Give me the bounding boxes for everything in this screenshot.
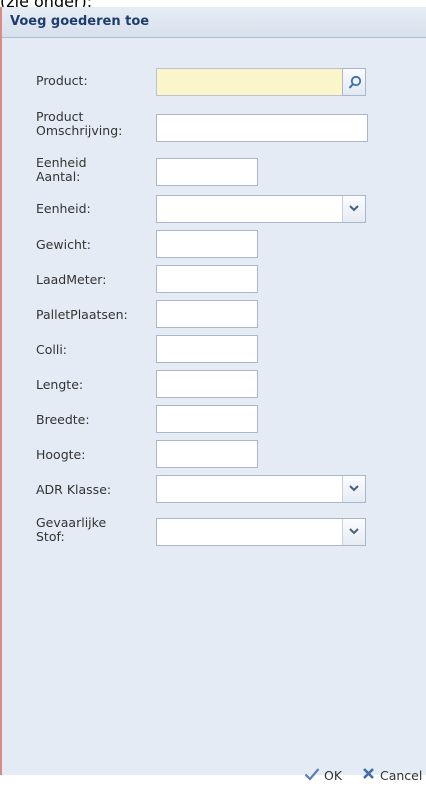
colli-input[interactable] [156, 335, 258, 363]
chevron-down-icon [349, 485, 359, 492]
add-goods-dialog: Voeg goederen toe Product: Product Omsch… [0, 7, 426, 783]
description-label-line2: Omschrijving: [36, 123, 123, 138]
pallet-places-input[interactable] [156, 300, 258, 328]
description-label-line1: Product [36, 109, 84, 124]
product-search-button[interactable] [342, 68, 366, 96]
close-icon [363, 768, 374, 779]
ok-button-label: OK [324, 768, 343, 783]
dialog-footer: OK Cancel [226, 764, 426, 790]
length-label: Lengte: [36, 377, 84, 392]
dialog-title: Voeg goederen toe [10, 14, 150, 29]
chevron-down-icon [349, 205, 359, 212]
length-input[interactable] [156, 370, 258, 398]
width-input[interactable] [156, 405, 258, 433]
product-input[interactable] [156, 68, 366, 96]
load-meter-input[interactable] [156, 265, 258, 293]
unit-label: Eenheid: [36, 201, 91, 216]
load-meter-label: LaadMeter: [36, 272, 107, 287]
colli-label: Colli: [36, 342, 68, 357]
product-label: Product: [36, 73, 88, 88]
unit-quantity-input[interactable] [156, 158, 258, 186]
dialog-body: Product: Product Omschrijving: Eenheid A… [2, 38, 426, 783]
unit-quantity-label-line2: Aantal: [36, 169, 81, 184]
search-icon [348, 75, 362, 89]
height-label: Hoogte: [36, 447, 86, 462]
dialog-titlebar: Voeg goederen toe [2, 7, 426, 38]
width-label: Breedte: [36, 412, 90, 427]
cancel-button[interactable]: Cancel [362, 764, 426, 786]
weight-input[interactable] [156, 230, 258, 258]
height-input[interactable] [156, 440, 258, 468]
hazardous-substance-label-line2: Stof: [36, 529, 65, 544]
checkmark-icon [304, 768, 320, 781]
hazardous-substance-select[interactable] [156, 518, 366, 546]
pallet-places-label: PalletPlaatsen: [36, 307, 128, 322]
description-input[interactable] [156, 114, 368, 142]
hazardous-substance-label-line1: Gevaarlijke [36, 515, 107, 530]
unit-quantity-label-line1: Eenheid [36, 155, 87, 170]
chevron-down-icon [349, 528, 359, 535]
unit-select[interactable] [156, 195, 366, 223]
adr-class-select[interactable] [156, 475, 366, 503]
cancel-button-label: Cancel [380, 768, 423, 783]
weight-label: Gewicht: [36, 237, 91, 252]
unit-dropdown-button[interactable] [342, 196, 365, 222]
adr-class-label: ADR Klasse: [36, 482, 112, 497]
adr-class-dropdown-button[interactable] [342, 476, 365, 502]
hazardous-substance-dropdown-button[interactable] [342, 519, 365, 545]
ok-button[interactable]: OK [304, 764, 356, 786]
